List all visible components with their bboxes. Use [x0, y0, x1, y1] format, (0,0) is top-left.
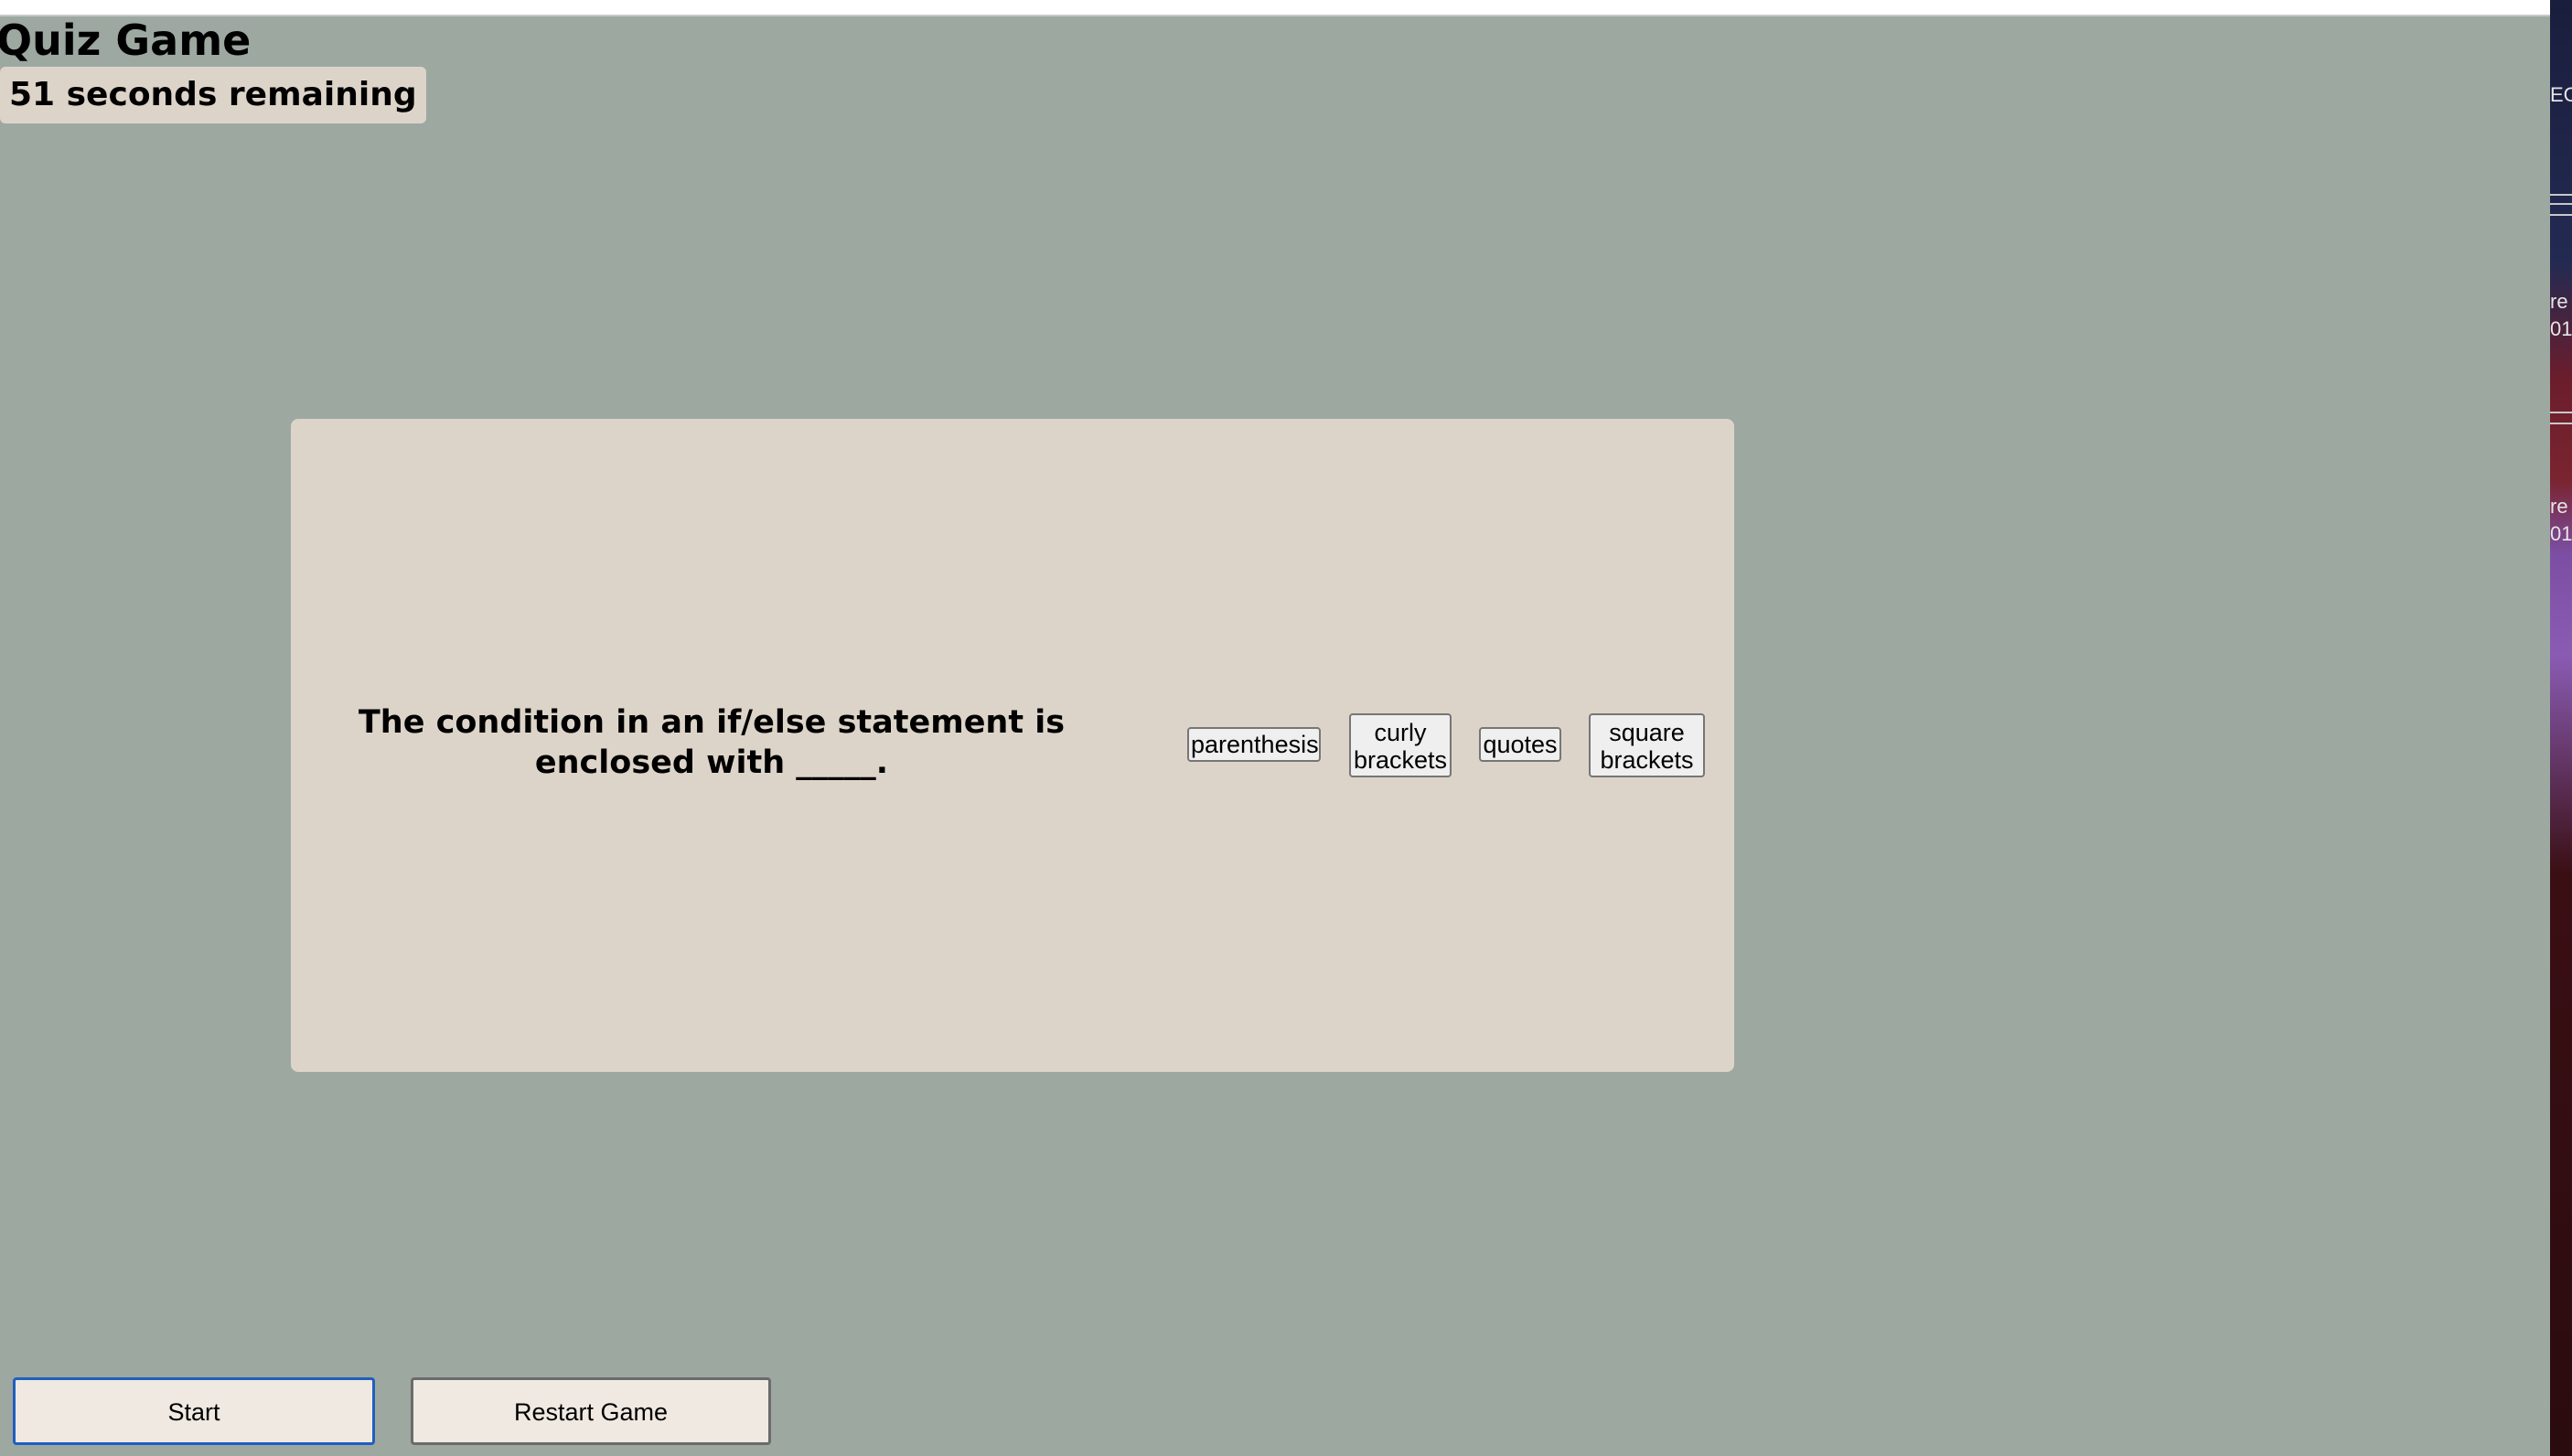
- answer-label: parenthesis: [1191, 731, 1319, 758]
- timer-display: 51 seconds remaining: [0, 67, 426, 123]
- edge-text-fragment: EC: [2550, 83, 2572, 106]
- answer-label: quotes: [1483, 731, 1558, 758]
- restart-game-button[interactable]: Restart Game: [411, 1377, 771, 1445]
- answer-label-line-2: brackets: [1353, 746, 1448, 774]
- quiz-card: The condition in an if/else statement is…: [291, 419, 1734, 1072]
- edge-text-fragment: 01: [2550, 317, 2572, 340]
- answer-label-line-2: brackets: [1600, 746, 1694, 774]
- edge-divider: [2550, 203, 2572, 205]
- background-window-edge: EC re 01 re 01: [2550, 0, 2572, 1456]
- edge-text-fragment: re: [2550, 290, 2568, 313]
- edge-divider: [2550, 423, 2572, 424]
- edge-text-fragment: 01: [2550, 522, 2572, 545]
- answer-button-square-brackets[interactable]: square brackets: [1589, 713, 1705, 777]
- answer-label: curly: [1374, 719, 1427, 746]
- edge-text-fragment: re: [2550, 495, 2568, 518]
- start-button[interactable]: Start: [13, 1377, 375, 1445]
- answer-button-quotes[interactable]: quotes: [1479, 727, 1561, 762]
- page-title: Quiz Game: [0, 16, 252, 65]
- edge-divider: [2550, 214, 2572, 216]
- browser-top-strip: [0, 0, 2550, 16]
- answer-button-parenthesis[interactable]: parenthesis: [1187, 727, 1321, 762]
- edge-divider: [2550, 412, 2572, 413]
- answer-label: square: [1609, 719, 1685, 746]
- edge-divider: [2550, 194, 2572, 196]
- question-text: The condition in an if/else statement is…: [358, 704, 1066, 781]
- answer-button-curly-brackets[interactable]: curly brackets: [1349, 713, 1452, 777]
